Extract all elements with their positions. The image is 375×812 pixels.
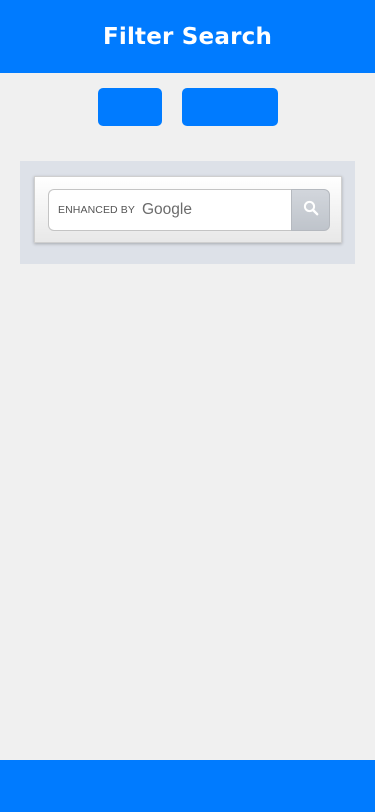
filter-button-1[interactable] xyxy=(98,88,162,126)
search-panel: ENHANCED BY Google xyxy=(20,161,355,264)
page-footer xyxy=(0,760,375,812)
page-header: Filter Search xyxy=(0,0,375,73)
custom-search-box: ENHANCED BY Google xyxy=(34,176,342,243)
search-submit-button[interactable] xyxy=(291,189,330,231)
search-input[interactable] xyxy=(49,190,291,230)
filter-button-2[interactable] xyxy=(182,88,278,126)
search-icon xyxy=(303,200,319,221)
page-title: Filter Search xyxy=(102,23,273,50)
search-field[interactable]: ENHANCED BY Google xyxy=(48,189,291,231)
